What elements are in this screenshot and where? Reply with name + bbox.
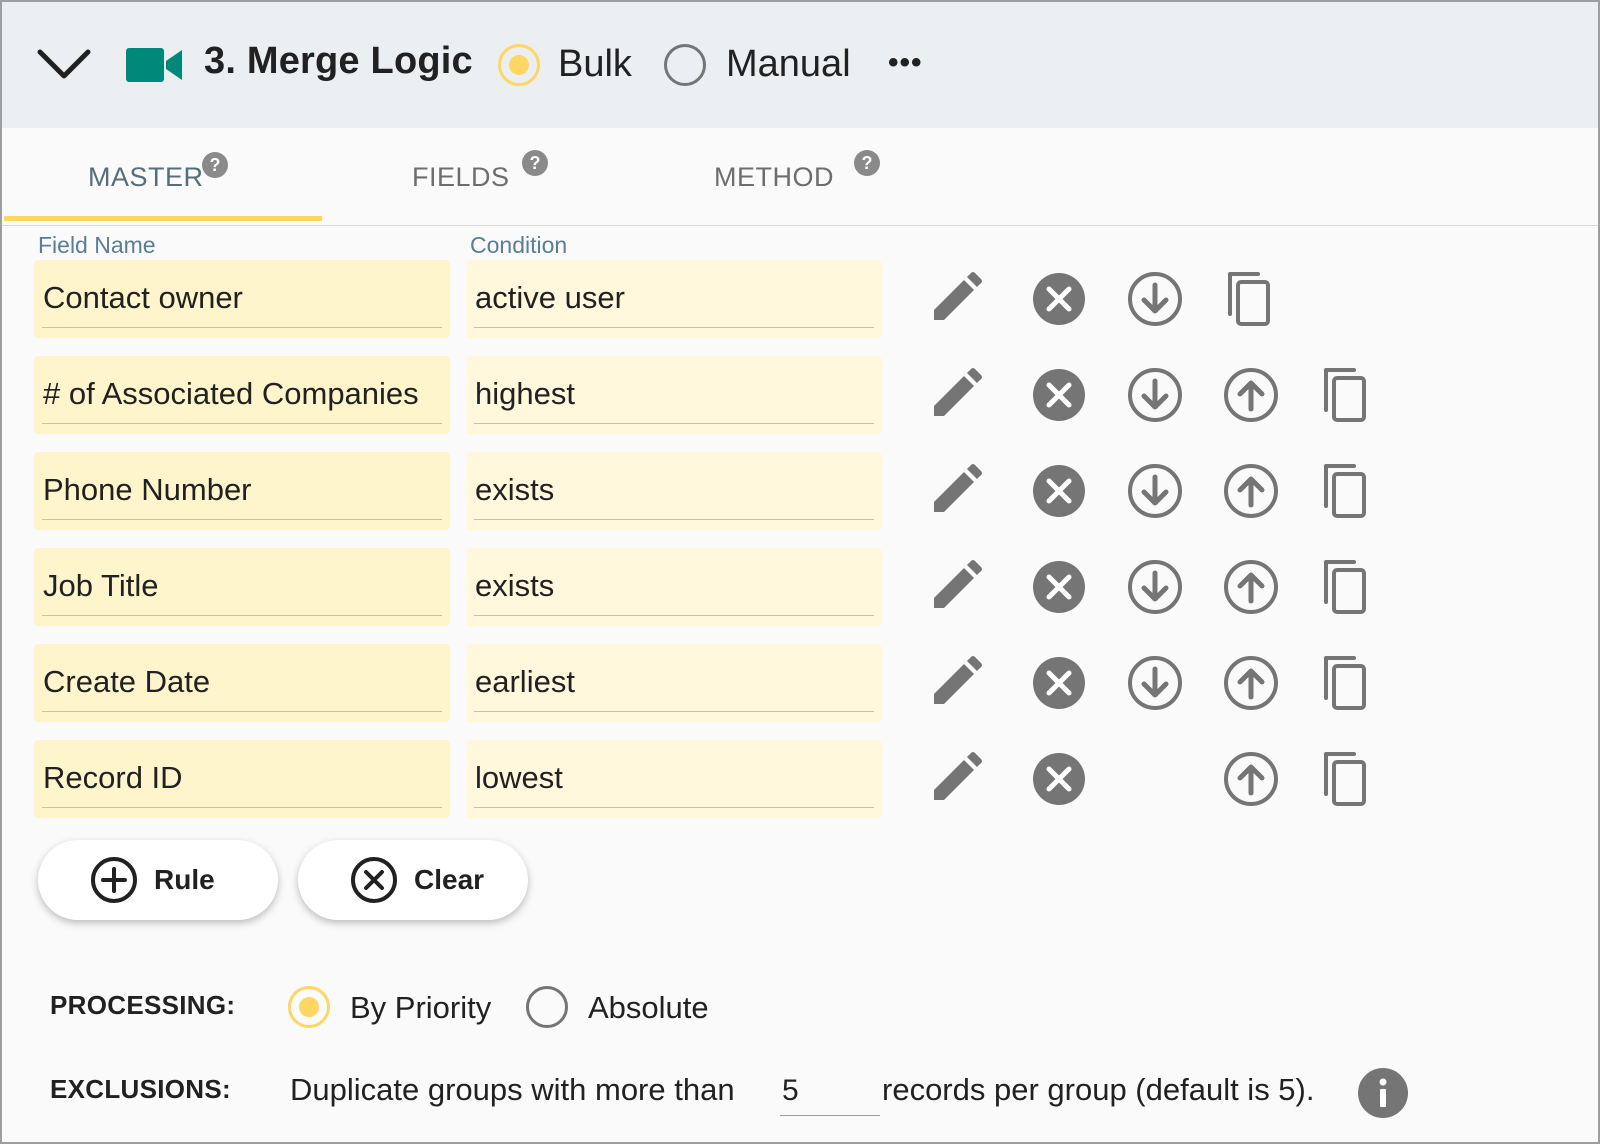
copy-icon[interactable] xyxy=(1318,654,1376,712)
exclusions-label: EXCLUSIONS: xyxy=(50,1074,231,1104)
tab-bar: MASTER ? FIELDS ? METHOD ? xyxy=(2,128,1598,226)
video-camera-icon xyxy=(126,48,182,82)
condition-input[interactable]: exists xyxy=(466,548,882,626)
plus-circle-icon xyxy=(91,857,137,903)
condition-value: active user xyxy=(475,280,625,315)
move-down-icon[interactable] xyxy=(1126,462,1184,520)
remove-icon[interactable] xyxy=(1030,750,1088,808)
move-up-icon[interactable] xyxy=(1222,558,1280,616)
manual-radio-label[interactable]: Manual xyxy=(726,43,851,86)
condition-input[interactable]: earliest xyxy=(466,644,882,722)
help-icon[interactable]: ? xyxy=(522,150,548,176)
active-tab-indicator xyxy=(4,216,322,221)
pencil-icon[interactable] xyxy=(926,654,984,712)
condition-input[interactable]: highest xyxy=(466,356,882,434)
field-name-value: Contact owner xyxy=(43,280,243,315)
tab-method[interactable]: METHOD xyxy=(714,162,834,193)
move-up-icon[interactable] xyxy=(1222,654,1280,712)
exclusions-text-before: Duplicate groups with more than xyxy=(290,1072,735,1107)
remove-icon[interactable] xyxy=(1030,462,1088,520)
chevron-down-icon[interactable] xyxy=(36,42,92,86)
clear-button[interactable]: Clear xyxy=(298,840,528,920)
close-circle-icon xyxy=(351,857,397,903)
condition-input[interactable]: active user xyxy=(466,260,882,338)
condition-value: earliest xyxy=(475,664,575,699)
add-rule-button[interactable]: Rule xyxy=(38,840,278,920)
copy-icon[interactable] xyxy=(1318,750,1376,808)
field-name-input[interactable]: Create Date xyxy=(34,644,450,722)
copy-icon[interactable] xyxy=(1318,366,1376,424)
move-up-icon[interactable] xyxy=(1222,366,1280,424)
condition-value: highest xyxy=(475,376,575,411)
pencil-icon[interactable] xyxy=(926,558,984,616)
tab-fields[interactable]: FIELDS xyxy=(412,162,510,193)
copy-icon[interactable] xyxy=(1318,558,1376,616)
condition-column-header: Condition xyxy=(470,232,568,258)
condition-input[interactable]: exists xyxy=(466,452,882,530)
field-name-value: Record ID xyxy=(43,760,183,795)
panel-header: 3. Merge Logic Bulk Manual ••• xyxy=(2,2,1598,128)
pencil-icon[interactable] xyxy=(926,750,984,808)
remove-icon[interactable] xyxy=(1030,270,1088,328)
absolute-label[interactable]: Absolute xyxy=(588,990,709,1026)
move-down-icon[interactable] xyxy=(1126,654,1184,712)
field-name-input[interactable]: Phone Number xyxy=(34,452,450,530)
bulk-radio-label[interactable]: Bulk xyxy=(558,43,632,86)
exclusions-text-after: records per group (default is 5). xyxy=(882,1072,1315,1107)
tab-master[interactable]: MASTER xyxy=(88,162,204,193)
rule-row: Job Title exists xyxy=(2,548,1598,628)
move-up-icon[interactable] xyxy=(1222,462,1280,520)
field-name-value: Job Title xyxy=(43,568,159,603)
field-name-column-header: Field Name xyxy=(38,232,156,258)
pencil-icon[interactable] xyxy=(926,462,984,520)
move-down-icon[interactable] xyxy=(1126,366,1184,424)
rule-row: Create Date earliest xyxy=(2,644,1598,724)
field-name-value: Phone Number xyxy=(43,472,252,507)
rule-row: Phone Number exists xyxy=(2,452,1598,532)
info-icon[interactable] xyxy=(1358,1068,1408,1118)
section-title: 3. Merge Logic xyxy=(204,40,473,82)
absolute-radio[interactable] xyxy=(526,986,568,1028)
processing-label: PROCESSING: xyxy=(50,990,236,1020)
bulk-radio[interactable] xyxy=(498,44,540,86)
move-down-icon[interactable] xyxy=(1126,558,1184,616)
help-icon[interactable]: ? xyxy=(202,152,228,178)
condition-value: exists xyxy=(475,568,555,603)
help-icon[interactable]: ? xyxy=(854,150,880,176)
condition-input[interactable]: lowest xyxy=(466,740,882,818)
condition-value: lowest xyxy=(475,760,563,795)
move-down-icon[interactable] xyxy=(1126,270,1184,328)
rule-row: # of Associated Companies highest xyxy=(2,356,1598,436)
rule-row: Contact owner active user xyxy=(2,260,1598,340)
clear-label: Clear xyxy=(414,864,485,895)
by-priority-radio[interactable] xyxy=(288,986,330,1028)
remove-icon[interactable] xyxy=(1030,654,1088,712)
condition-value: exists xyxy=(475,472,555,507)
more-options-icon[interactable]: ••• xyxy=(888,46,923,80)
add-rule-label: Rule xyxy=(154,864,215,895)
copy-icon[interactable] xyxy=(1222,270,1280,328)
max-records-input[interactable] xyxy=(780,1066,880,1116)
pencil-icon[interactable] xyxy=(926,270,984,328)
remove-icon[interactable] xyxy=(1030,366,1088,424)
manual-radio[interactable] xyxy=(664,44,706,86)
field-name-value: # of Associated Companies xyxy=(43,376,419,411)
merge-logic-panel: 3. Merge Logic Bulk Manual ••• MASTER ? … xyxy=(0,0,1600,1144)
by-priority-label[interactable]: By Priority xyxy=(350,990,491,1026)
rule-row: Record ID lowest xyxy=(2,740,1598,820)
copy-icon[interactable] xyxy=(1318,462,1376,520)
field-name-input[interactable]: Record ID xyxy=(34,740,450,818)
field-name-input[interactable]: Contact owner xyxy=(34,260,450,338)
field-name-input[interactable]: Job Title xyxy=(34,548,450,626)
field-name-value: Create Date xyxy=(43,664,211,699)
field-name-input[interactable]: # of Associated Companies xyxy=(34,356,450,434)
pencil-icon[interactable] xyxy=(926,366,984,424)
move-up-icon[interactable] xyxy=(1222,750,1280,808)
remove-icon[interactable] xyxy=(1030,558,1088,616)
